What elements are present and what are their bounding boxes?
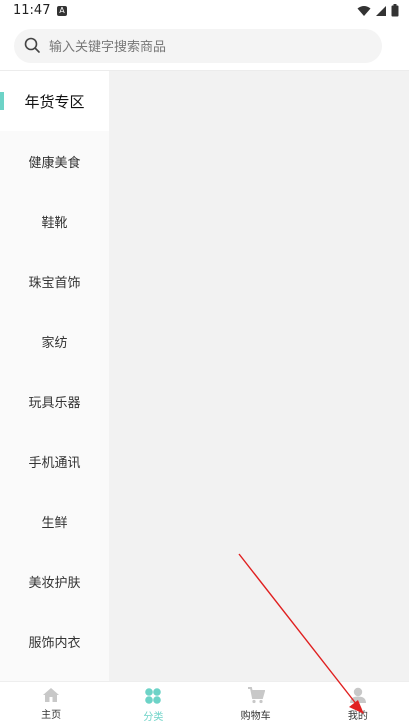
battery-icon xyxy=(391,4,399,17)
cart-icon xyxy=(247,687,265,704)
sidebar-item-label: 家纺 xyxy=(41,335,68,351)
sidebar-item-beauty[interactable]: 美妆护肤 xyxy=(0,551,109,611)
sidebar-item-food[interactable]: 健康美食 xyxy=(0,131,109,191)
category-icon xyxy=(145,688,162,704)
tab-label: 主页 xyxy=(41,710,62,721)
tab-label: 我的 xyxy=(347,711,368,722)
tab-category[interactable]: 分类 xyxy=(102,682,204,728)
sidebar-item-label: 鞋靴 xyxy=(41,215,68,231)
tab-home[interactable]: 主页 xyxy=(0,682,102,728)
notification-icon: A xyxy=(57,6,67,16)
sidebar-item-label: 玩具乐器 xyxy=(28,395,81,411)
status-time: 11:47 xyxy=(13,3,51,18)
home-icon xyxy=(43,688,60,702)
bottom-tab-bar: 主页 分类 购物车 我的 xyxy=(0,681,409,728)
search-bar[interactable] xyxy=(14,29,382,65)
sidebar-item-label: 服饰内衣 xyxy=(28,635,81,651)
signal-icon xyxy=(376,5,386,16)
sidebar-item-label: 手机通讯 xyxy=(28,455,81,471)
search-icon xyxy=(24,37,40,53)
sidebar-item-label: 年货专区 xyxy=(24,92,85,111)
sidebar-item-fresh[interactable]: 生鲜 xyxy=(0,491,109,551)
sidebar-item-phones[interactable]: 手机通讯 xyxy=(0,431,109,491)
search-input[interactable] xyxy=(47,29,371,65)
sidebar-item-shoes[interactable]: 鞋靴 xyxy=(0,191,109,251)
status-icons xyxy=(357,4,399,17)
tab-cart[interactable]: 购物车 xyxy=(205,682,307,728)
tab-label: 分类 xyxy=(143,712,164,723)
tab-label: 购物车 xyxy=(240,711,271,722)
sidebar-item-toys[interactable]: 玩具乐器 xyxy=(0,371,109,431)
sidebar-item-jewelry[interactable]: 珠宝首饰 xyxy=(0,251,109,311)
sidebar-item-label: 生鲜 xyxy=(41,515,68,531)
sidebar-item-label: 美妆护肤 xyxy=(28,575,81,591)
sidebar-item-label: 珠宝首饰 xyxy=(28,275,81,291)
sidebar-item-label: 健康美食 xyxy=(28,155,81,171)
status-bar: 11:47 A xyxy=(0,0,409,24)
category-content xyxy=(109,71,409,681)
sidebar-item-nianhuo[interactable]: 年货专区 xyxy=(0,71,109,131)
sidebar-item-apparel[interactable]: 服饰内衣 xyxy=(0,611,109,671)
category-sidebar: 年货专区 健康美食 鞋靴 珠宝首饰 家纺 玩具乐器 手机通讯 生鲜 美妆护肤 服… xyxy=(0,71,109,681)
sidebar-item-home-textile[interactable]: 家纺 xyxy=(0,311,109,371)
profile-icon xyxy=(349,687,366,703)
wifi-icon xyxy=(357,5,371,16)
tab-profile[interactable]: 我的 xyxy=(307,682,409,728)
